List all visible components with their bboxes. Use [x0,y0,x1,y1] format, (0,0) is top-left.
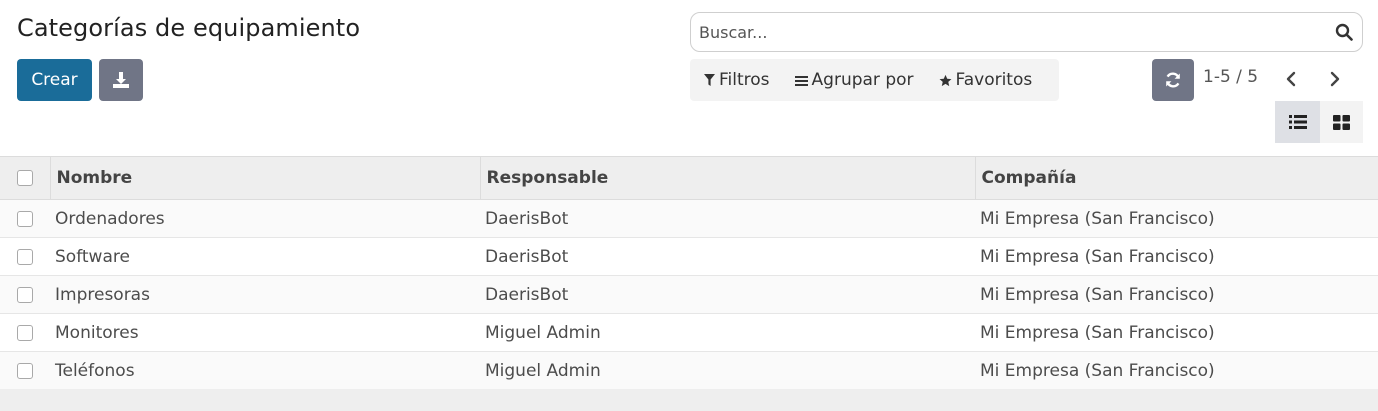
table-row[interactable]: Impresoras DaerisBot Mi Empresa (San Fra… [0,275,1378,314]
cell-name[interactable]: Ordenadores [50,199,480,238]
cell-responsible[interactable]: Miguel Admin [480,351,975,390]
star-icon [939,74,951,86]
filters-label: Filtros [719,70,770,90]
cell-responsible[interactable]: DaerisBot [480,275,975,314]
row-checkbox[interactable] [17,210,33,227]
group-by-label: Agrupar por [811,70,914,90]
cell-company[interactable]: Mi Empresa (San Francisco) [975,199,1378,238]
download-button[interactable] [99,59,143,101]
cell-name[interactable]: Teléfonos [50,351,480,390]
cell-responsible[interactable]: DaerisBot [480,199,975,238]
cell-company[interactable]: Mi Empresa (San Francisco) [975,351,1378,390]
select-all-checkbox[interactable] [17,170,33,186]
column-header-name[interactable]: Nombre [49,156,480,200]
row-select-cell [0,313,50,352]
row-select-cell [0,237,50,276]
row-checkbox[interactable] [17,362,33,379]
cell-company[interactable]: Mi Empresa (San Francisco) [975,237,1378,276]
pager-value[interactable]: 1-5 / 5 [1203,67,1258,87]
row-select-cell [0,351,50,390]
table-row[interactable]: Ordenadores DaerisBot Mi Empresa (San Fr… [0,199,1378,238]
column-header-company[interactable]: Compañía [974,156,1378,200]
chevron-right-icon [1330,71,1340,87]
favorites-label: Favoritos [955,70,1033,90]
row-checkbox[interactable] [17,324,33,341]
records-table: Nombre Responsable Compañía Ordenadores … [0,156,1378,390]
kanban-view-icon [1333,114,1350,130]
table-header-row: Nombre Responsable Compañía [0,156,1378,200]
table-footer [0,389,1378,411]
cell-company[interactable]: Mi Empresa (San Francisco) [975,275,1378,314]
filter-icon [704,74,715,86]
search-box [690,12,1363,52]
cell-responsible[interactable]: Miguel Admin [480,313,975,352]
list-view-icon [1288,115,1307,129]
column-header-responsible[interactable]: Responsable [479,156,975,200]
download-icon [113,72,129,88]
search-options-bar: Filtros Agrupar por Favoritos [690,59,1059,101]
cell-name[interactable]: Impresoras [50,275,480,314]
row-checkbox[interactable] [17,248,33,265]
kanban-view-button[interactable] [1320,101,1363,143]
cell-responsible[interactable]: DaerisBot [480,237,975,276]
cell-name[interactable]: Software [50,237,480,276]
pager-previous-button[interactable] [1279,67,1303,91]
favorites-dropdown[interactable]: Favoritos [914,70,1033,90]
search-input[interactable] [699,13,1319,51]
table-row[interactable]: Software DaerisBot Mi Empresa (San Franc… [0,237,1378,276]
refresh-icon [1166,72,1180,88]
cell-company[interactable]: Mi Empresa (San Francisco) [975,313,1378,352]
table-row[interactable]: Monitores Miguel Admin Mi Empresa (San F… [0,313,1378,352]
refresh-button[interactable] [1152,59,1194,101]
table-row[interactable]: Teléfonos Miguel Admin Mi Empresa (San F… [0,351,1378,390]
create-button[interactable]: Crear [17,59,92,101]
row-checkbox[interactable] [17,286,33,303]
cell-name[interactable]: Monitores [50,313,480,352]
select-all-cell [0,156,50,200]
filters-dropdown[interactable]: Filtros [690,70,770,90]
list-view-button[interactable] [1275,101,1320,143]
group-by-dropdown[interactable]: Agrupar por [770,70,914,90]
search-icon[interactable] [1335,23,1353,41]
bars-icon [794,75,808,86]
chevron-left-icon [1286,71,1296,87]
pager-next-button[interactable] [1323,67,1347,91]
page-title: Categorías de equipamiento [17,14,361,42]
row-select-cell [0,275,50,314]
row-select-cell [0,199,50,238]
